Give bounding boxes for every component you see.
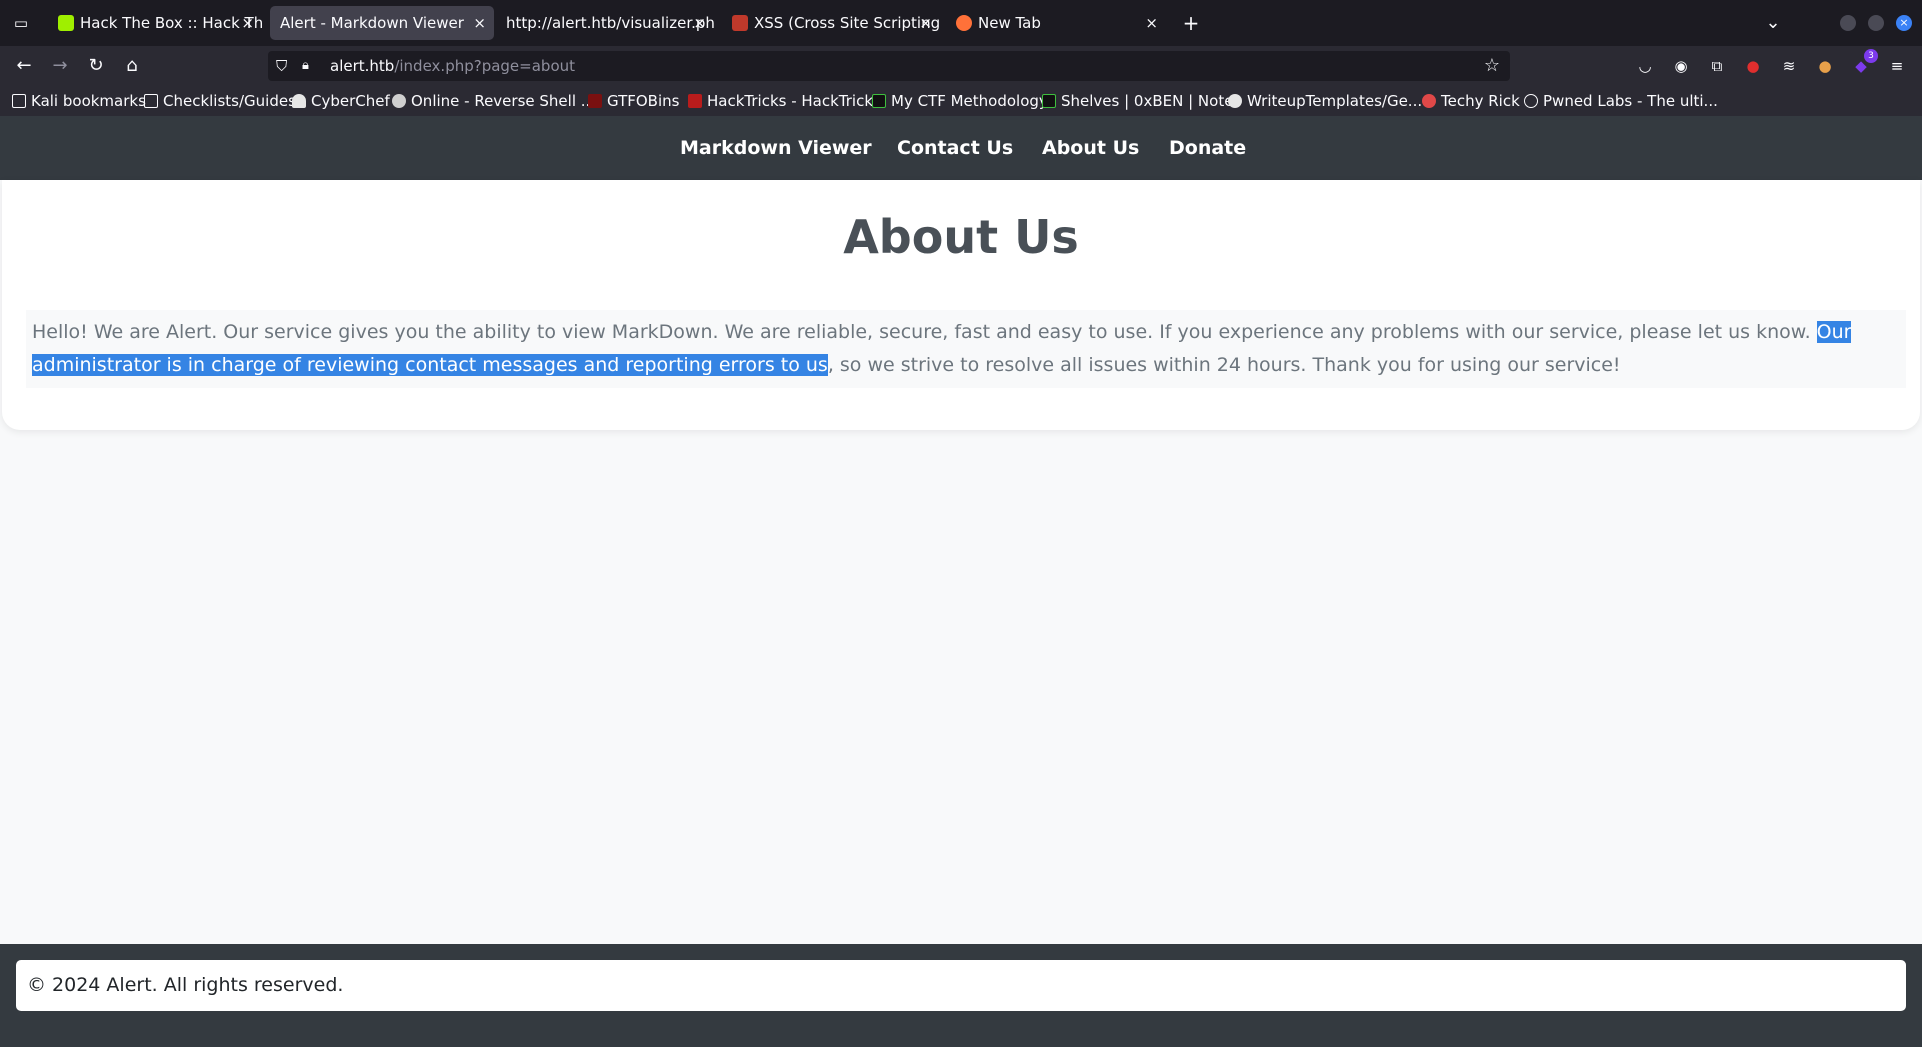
tab-new-tab-title: New Tab <box>978 14 1041 32</box>
wappalyzer-icon[interactable]: ◆ 3 <box>1850 49 1878 77</box>
url-host: alert.htb <box>330 57 395 75</box>
back-arrow-icon[interactable]: ← <box>12 54 36 78</box>
close-tab-icon[interactable]: × <box>1145 6 1158 40</box>
tab-alert-title: Alert - Markdown Viewer <box>280 14 464 32</box>
tab-list-chevron-icon[interactable]: ⌄ <box>1762 12 1784 34</box>
nav-about-us[interactable]: About Us <box>1042 116 1139 180</box>
folder-icon <box>12 94 26 108</box>
github-icon <box>1228 94 1242 108</box>
hacktricks-icon <box>688 94 702 108</box>
tab-overview-icon[interactable]: ▭ <box>10 12 32 34</box>
bookmark-ctf-methodology[interactable]: My CTF Methodology <box>872 86 1048 116</box>
nav-donate[interactable]: Donate <box>1169 116 1246 180</box>
footer-copyright: © 2024 Alert. All rights reserved. <box>27 974 344 996</box>
bookmark-writeup-templates[interactable]: WriteupTemplates/Ge... <box>1228 86 1422 116</box>
bookmark-hacktricks[interactable]: HackTricks - HackTricks <box>688 86 881 116</box>
tab-htb[interactable]: Hack The Box :: Hack The B × <box>48 6 262 40</box>
close-tab-icon[interactable]: × <box>473 6 486 40</box>
bookmark-star-icon[interactable]: ☆ <box>1484 55 1500 77</box>
foxyproxy-icon[interactable]: ≋ <box>1778 55 1800 77</box>
about-paragraph: Hello! We are Alert. Our service gives y… <box>26 310 1906 388</box>
bookmark-label: Techy Rick <box>1441 92 1520 110</box>
bookmark-gtfobins[interactable]: GTFOBins <box>588 86 679 116</box>
bookmark-kali[interactable]: Kali bookmarks <box>12 86 146 116</box>
url-path: /index.php?page=about <box>394 57 576 75</box>
tab-visualizer[interactable]: http://alert.htb/visualizer.php × <box>496 6 714 40</box>
pocket-icon[interactable]: ◡ <box>1634 55 1656 77</box>
tab-visualizer-title: http://alert.htb/visualizer.php <box>506 14 714 32</box>
close-window-button[interactable]: × <box>1896 15 1912 31</box>
about-card: About Us Hello! We are Alert. Our servic… <box>2 180 1920 430</box>
bookmark-pwned-labs[interactable]: Pwned Labs - The ulti... <box>1524 86 1718 116</box>
bookmark-reverse-shell[interactable]: Online - Reverse Shell ... <box>392 86 595 116</box>
home-icon[interactable]: ⌂ <box>120 54 144 78</box>
site-header: Markdown Viewer Contact Us About Us Dona… <box>0 116 1922 180</box>
close-tab-icon[interactable]: × <box>919 6 932 40</box>
gtfobins-icon <box>588 94 602 108</box>
footer-box: © 2024 Alert. All rights reserved. <box>16 960 1906 1011</box>
nav-markdown-viewer[interactable]: Markdown Viewer <box>680 116 872 180</box>
cookie-editor-icon[interactable]: ● <box>1814 55 1836 77</box>
bookmark-label: WriteupTemplates/Ge... <box>1247 92 1423 110</box>
bookmark-techy-rick[interactable]: Techy Rick <box>1422 86 1520 116</box>
close-tab-icon[interactable]: × <box>241 6 254 40</box>
tab-new-tab[interactable]: New Tab × <box>946 6 1166 40</box>
url-bar[interactable]: ⛉ 🔒︎ alert.htb/index.php?page=about ☆ <box>268 51 1510 81</box>
bookmark-label: Checklists/Guides <box>163 92 296 110</box>
bookmark-label: Shelves | 0xBEN | Notes <box>1061 92 1242 110</box>
nav-contact-us[interactable]: Contact Us <box>897 116 1013 180</box>
firefox-icon <box>956 15 972 31</box>
notes-icon <box>1042 94 1056 108</box>
bookmark-label: GTFOBins <box>607 92 680 110</box>
bookmark-checklists[interactable]: Checklists/Guides <box>144 86 296 116</box>
page-title: About Us <box>843 210 1079 264</box>
tab-htb-title: Hack The Box :: Hack The B <box>80 14 262 32</box>
extensions-icon[interactable]: ⧉ <box>1706 55 1728 77</box>
globe-icon <box>1524 94 1538 108</box>
about-text-after: , so we strive to resolve all issues wit… <box>827 354 1621 376</box>
maximize-window-button[interactable] <box>1868 15 1884 31</box>
site-footer: © 2024 Alert. All rights reserved. <box>0 944 1922 1047</box>
bookmark-label: CyberChef <box>311 92 390 110</box>
tracking-shield-icon[interactable]: ⛉ <box>276 56 294 76</box>
about-text-before: Hello! We are Alert. Our service gives y… <box>32 321 1817 343</box>
hacktricks-icon <box>732 15 748 31</box>
notes-icon <box>872 94 886 108</box>
bookmarks-bar: Kali bookmarks Checklists/Guides CyberCh… <box>0 86 1922 116</box>
minimize-window-button[interactable] <box>1840 15 1856 31</box>
bookmark-label: Pwned Labs - The ulti... <box>1543 92 1718 110</box>
htb-cube-icon <box>58 15 74 31</box>
bookmark-label: Online - Reverse Shell ... <box>411 92 596 110</box>
extension-badge: 3 <box>1864 49 1878 63</box>
bookmark-shelves[interactable]: Shelves | 0xBEN | Notes <box>1042 86 1241 116</box>
bookmark-label: HackTricks - HackTricks <box>707 92 881 110</box>
tab-xss[interactable]: XSS (Cross Site Scripting) × <box>722 6 940 40</box>
reload-icon[interactable]: ↻ <box>84 54 108 78</box>
browser-navigation-bar: ← → ↻ ⌂ ⛉ 🔒︎ alert.htb/index.php?page=ab… <box>0 46 1922 86</box>
bookmark-label: My CTF Methodology <box>891 92 1048 110</box>
account-icon[interactable]: ◉ <box>1670 55 1692 77</box>
bookmark-label: Kali bookmarks <box>31 92 146 110</box>
chef-hat-icon <box>292 94 306 108</box>
url-text[interactable]: alert.htb/index.php?page=about <box>330 51 575 81</box>
browser-tab-bar: ▭ Hack The Box :: Hack The B × Alert - M… <box>0 0 1922 46</box>
tab-alert-markdown-viewer[interactable]: Alert - Markdown Viewer × <box>270 6 494 40</box>
rick-icon <box>1422 94 1436 108</box>
ublock-icon[interactable]: ● <box>1742 55 1764 77</box>
tab-xss-title: XSS (Cross Site Scripting) <box>754 14 940 32</box>
bookmark-cyberchef[interactable]: CyberChef <box>292 86 390 116</box>
skull-icon <box>392 94 406 108</box>
folder-icon <box>144 94 158 108</box>
site-lock-icon[interactable]: 🔒︎ <box>302 56 320 76</box>
forward-arrow-icon[interactable]: → <box>48 54 72 78</box>
close-tab-icon[interactable]: × <box>693 6 706 40</box>
new-tab-button[interactable]: + <box>1180 12 1202 34</box>
app-menu-icon[interactable]: ≡ <box>1886 55 1908 77</box>
